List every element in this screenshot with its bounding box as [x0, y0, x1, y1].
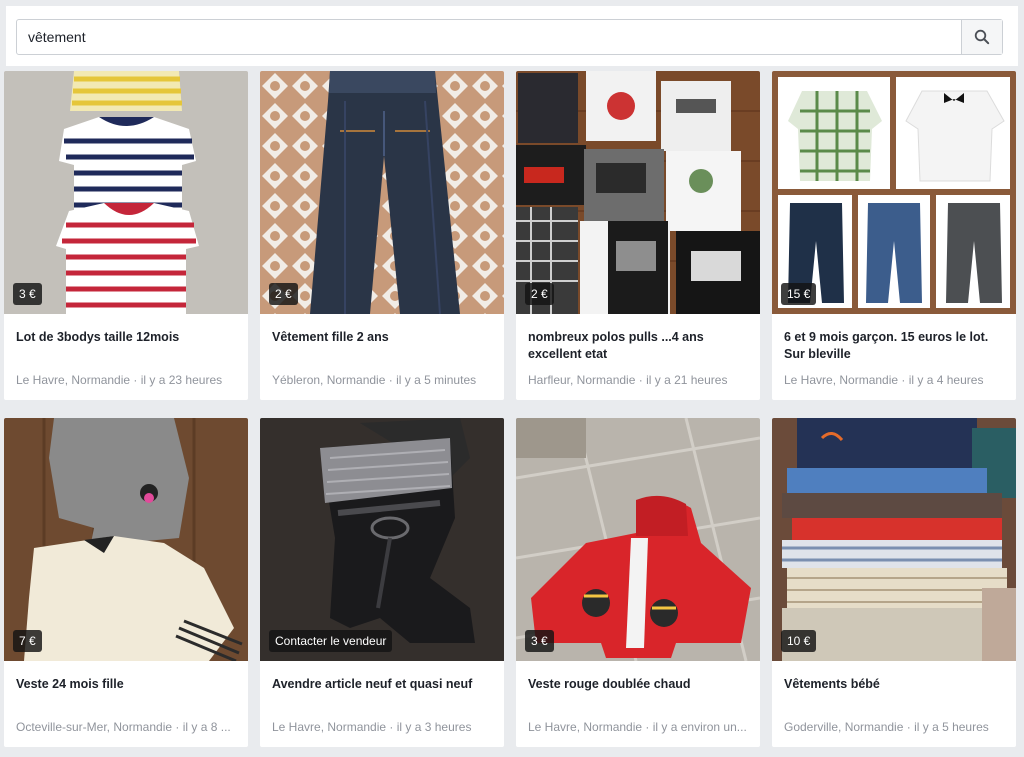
- price-badge: 7 €: [13, 630, 42, 652]
- meta-separator: ·: [898, 373, 909, 387]
- listing-location: Le Havre, Normandie: [16, 373, 131, 387]
- listing-card[interactable]: 2 € nombreux polos pulls ...4 ans excell…: [516, 71, 760, 400]
- listing-photo[interactable]: 3 €: [4, 71, 248, 314]
- listing-photo[interactable]: 3 €: [516, 418, 760, 661]
- listing-grid: 3 € Lot de 3bodys taille 12mois Le Havre…: [4, 71, 1020, 747]
- listing-card[interactable]: 3 € Lot de 3bodys taille 12mois Le Havre…: [4, 71, 248, 400]
- meta-separator: ·: [130, 373, 141, 387]
- search-box: [16, 19, 1003, 55]
- listing-card[interactable]: 7 € Veste 24 mois fille Octeville-sur-Me…: [4, 418, 248, 747]
- listing-meta: Le Havre, Normandie · il y a 4 heures: [784, 373, 1006, 387]
- price-badge: Contacter le vendeur: [269, 630, 393, 652]
- listing-title[interactable]: nombreux polos pulls ...4 ans excellent …: [528, 329, 748, 363]
- listing-location: Harfleur, Normandie: [528, 373, 636, 387]
- listing-card[interactable]: Contacter le vendeur Avendre article neu…: [260, 418, 504, 747]
- listing-time: il y a 8 ...: [182, 720, 231, 734]
- meta-separator: ·: [903, 720, 915, 734]
- listing-meta: Goderville, Normandie · il y a 5 heures: [784, 720, 1006, 734]
- listing-card[interactable]: 15 € 6 et 9 mois garçon. 15 euros le lot…: [772, 71, 1016, 400]
- listing-time: il y a environ un...: [652, 720, 747, 734]
- search-input[interactable]: [17, 20, 961, 54]
- listing-meta: Harfleur, Normandie · il y a 21 heures: [528, 373, 750, 387]
- listing-meta: Octeville-sur-Mer, Normandie · il y a 8 …: [16, 720, 238, 734]
- listing-location: Octeville-sur-Mer, Normandie: [16, 720, 173, 734]
- listing-location: Goderville, Normandie: [784, 720, 904, 734]
- listing-card[interactable]: 2 € Vêtement fille 2 ans Yébleron, Norma…: [260, 71, 504, 400]
- search-icon: [974, 29, 990, 45]
- listing-title[interactable]: Veste 24 mois fille: [16, 676, 236, 693]
- listing-photo[interactable]: 10 €: [772, 418, 1016, 661]
- listing-title[interactable]: Vêtement fille 2 ans: [272, 329, 492, 346]
- listing-card[interactable]: 10 € Vêtements bébé Goderville, Normandi…: [772, 418, 1016, 747]
- listing-meta: Le Havre, Normandie · il y a environ un.…: [528, 720, 750, 734]
- price-badge: 10 €: [781, 630, 817, 652]
- listing-title[interactable]: Avendre article neuf et quasi neuf: [272, 676, 492, 693]
- listing-time: il y a 5 minutes: [396, 373, 477, 387]
- search-button[interactable]: [961, 20, 1002, 54]
- listing-time: il y a 3 heures: [396, 720, 472, 734]
- price-badge: 15 €: [781, 283, 817, 305]
- price-badge: 2 €: [525, 283, 554, 305]
- listing-time: il y a 23 heures: [140, 373, 223, 387]
- price-badge: 2 €: [269, 283, 298, 305]
- meta-separator: ·: [386, 720, 397, 734]
- listing-location: Yébleron, Normandie: [272, 373, 386, 387]
- listing-title[interactable]: 6 et 9 mois garçon. 15 euros le lot. Sur…: [784, 329, 1004, 363]
- meta-separator: ·: [385, 373, 397, 387]
- listing-location: Le Havre, Normandie: [272, 720, 387, 734]
- listing-photo[interactable]: 7 €: [4, 418, 248, 661]
- listing-location: Le Havre, Normandie: [784, 373, 899, 387]
- meta-separator: ·: [642, 720, 653, 734]
- meta-separator: ·: [172, 720, 183, 734]
- price-badge: 3 €: [525, 630, 554, 652]
- listing-photo[interactable]: 15 €: [772, 71, 1016, 314]
- listing-location: Le Havre, Normandie: [528, 720, 643, 734]
- listing-photo[interactable]: 2 €: [260, 71, 504, 314]
- listing-time: il y a 5 heures: [914, 720, 989, 734]
- listing-meta: Le Havre, Normandie · il y a 23 heures: [16, 373, 238, 387]
- listing-title[interactable]: Lot de 3bodys taille 12mois: [16, 329, 236, 346]
- listing-title[interactable]: Vêtements bébé: [784, 676, 1004, 693]
- listing-meta: Le Havre, Normandie · il y a 3 heures: [272, 720, 494, 734]
- price-badge: 3 €: [13, 283, 42, 305]
- listing-time: il y a 21 heures: [646, 373, 728, 387]
- listing-photo[interactable]: Contacter le vendeur: [260, 418, 504, 661]
- listing-time: il y a 4 heures: [908, 373, 984, 387]
- search-bar: [6, 6, 1018, 66]
- listing-meta: Yébleron, Normandie · il y a 5 minutes: [272, 373, 494, 387]
- listing-photo[interactable]: 2 €: [516, 71, 760, 314]
- meta-separator: ·: [635, 373, 647, 387]
- listing-title[interactable]: Veste rouge doublée chaud: [528, 676, 748, 693]
- listing-card[interactable]: 3 € Veste rouge doublée chaud Le Havre, …: [516, 418, 760, 747]
